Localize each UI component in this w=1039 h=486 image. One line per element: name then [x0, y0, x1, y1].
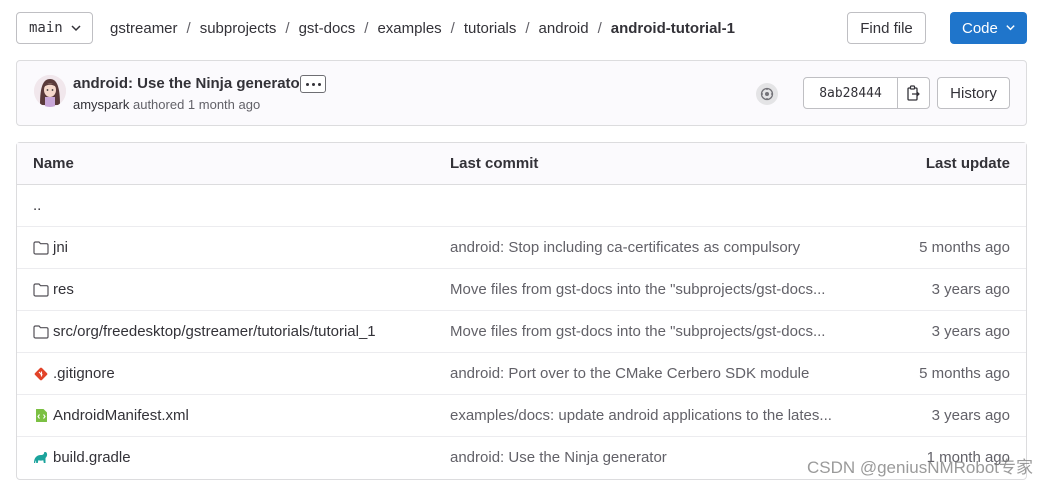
- commit-author-link[interactable]: amyspark: [73, 97, 129, 112]
- code-button[interactable]: Code: [950, 12, 1027, 44]
- table-header: Name Last commit Last update: [17, 143, 1026, 185]
- commit-message-link[interactable]: android: Port over to the CMake Cerbero …: [450, 365, 809, 382]
- file-link[interactable]: build.gradle: [33, 449, 131, 466]
- breadcrumb-separator: /: [285, 19, 290, 37]
- folder-icon: [33, 324, 49, 340]
- avatar[interactable]: [34, 75, 66, 107]
- column-header-last-commit: Last commit: [450, 155, 539, 172]
- copy-icon: [906, 85, 920, 101]
- file-link[interactable]: AndroidManifest.xml: [33, 407, 189, 424]
- table-row: src/org/freedesktop/gstreamer/tutorials/…: [17, 311, 1026, 353]
- breadcrumb-separator: /: [525, 19, 530, 37]
- table-row-parent-directory[interactable]: ..: [17, 185, 1026, 227]
- find-file-button[interactable]: Find file: [847, 12, 926, 44]
- table-row: AndroidManifest.xml examples/docs: updat…: [17, 395, 1026, 437]
- xml-file-icon: [33, 408, 49, 424]
- chevron-down-icon: [1006, 25, 1015, 31]
- folder-icon: [33, 282, 49, 298]
- git-icon: [33, 366, 49, 382]
- breadcrumb-separator: /: [364, 19, 369, 37]
- breadcrumb-gst-docs[interactable]: gst-docs: [299, 20, 356, 37]
- last-update-time: 5 months ago: [919, 365, 1010, 382]
- chevron-down-icon: [71, 25, 81, 32]
- file-name: jni: [53, 239, 69, 256]
- last-update-time: 3 years ago: [931, 323, 1010, 340]
- table-row: .gitignore android: Port over to the CMa…: [17, 353, 1026, 395]
- file-link[interactable]: .gitignore: [33, 365, 115, 382]
- commit-sha[interactable]: 8ab28444: [804, 78, 898, 108]
- pipeline-status-icon[interactable]: [756, 83, 778, 105]
- branch-selector[interactable]: main: [16, 12, 93, 44]
- breadcrumb-current: android-tutorial-1: [610, 19, 735, 37]
- last-update-time: 3 years ago: [931, 407, 1010, 424]
- file-name: build.gradle: [53, 449, 131, 466]
- last-commit-panel: android: Use the Ninja generator amyspar…: [16, 60, 1027, 126]
- table-row: jni android: Stop including ca-certifica…: [17, 227, 1026, 269]
- parent-directory-link[interactable]: ..: [33, 197, 41, 214]
- breadcrumb-tutorials[interactable]: tutorials: [464, 20, 517, 37]
- column-header-last-update: Last update: [925, 155, 1010, 172]
- branch-name: main: [29, 20, 63, 36]
- gradle-icon: [33, 450, 49, 466]
- breadcrumb-separator: /: [597, 19, 602, 37]
- file-name: src/org/freedesktop/gstreamer/tutorials/…: [53, 323, 376, 340]
- expand-commit-description-button[interactable]: [300, 75, 326, 93]
- breadcrumb-gstreamer[interactable]: gstreamer: [110, 20, 178, 37]
- file-name: AndroidManifest.xml: [53, 407, 189, 424]
- breadcrumb-android[interactable]: android: [539, 20, 589, 37]
- history-button[interactable]: History: [937, 77, 1010, 109]
- commit-message-link[interactable]: android: Use the Ninja generator: [450, 449, 667, 466]
- last-update-time: 5 months ago: [919, 239, 1010, 256]
- column-header-name: Name: [33, 155, 74, 172]
- file-name: .gitignore: [53, 365, 115, 382]
- commit-message-link[interactable]: Move files from gst-docs into the "subpr…: [450, 281, 825, 298]
- file-name: res: [53, 281, 74, 298]
- breadcrumb-examples[interactable]: examples: [377, 20, 441, 37]
- breadcrumb-subprojects[interactable]: subprojects: [200, 20, 277, 37]
- watermark: CSDN @geniusNMRobot专家: [806, 458, 1033, 477]
- commit-meta: amyspark authored 1 month ago: [73, 97, 260, 112]
- commit-message-link[interactable]: android: Stop including ca-certificates …: [450, 239, 800, 256]
- repository-toolbar: main gstreamer / subprojects / gst-docs …: [16, 12, 1027, 44]
- commit-title[interactable]: android: Use the Ninja generator: [73, 75, 306, 92]
- ellipsis-icon: [305, 82, 309, 86]
- commit-sha-group: 8ab28444: [803, 77, 930, 109]
- file-link[interactable]: src/org/freedesktop/gstreamer/tutorials/…: [33, 323, 376, 340]
- breadcrumb-separator: /: [186, 19, 191, 37]
- breadcrumb-separator: /: [450, 19, 455, 37]
- last-update-time: 3 years ago: [931, 281, 1010, 298]
- file-link[interactable]: jni: [33, 239, 68, 256]
- copy-sha-button[interactable]: [898, 78, 929, 108]
- file-tree-table: Name Last commit Last update .. jni andr…: [16, 142, 1027, 480]
- folder-icon: [33, 240, 49, 256]
- commit-message-link[interactable]: examples/docs: update android applicatio…: [450, 407, 832, 424]
- file-link[interactable]: res: [33, 281, 74, 298]
- table-row: res Move files from gst-docs into the "s…: [17, 269, 1026, 311]
- commit-message-link[interactable]: Move files from gst-docs into the "subpr…: [450, 323, 825, 340]
- breadcrumb: gstreamer / subprojects / gst-docs / exa…: [110, 12, 735, 44]
- code-button-label: Code: [962, 19, 998, 37]
- commit-time: authored 1 month ago: [132, 97, 261, 112]
